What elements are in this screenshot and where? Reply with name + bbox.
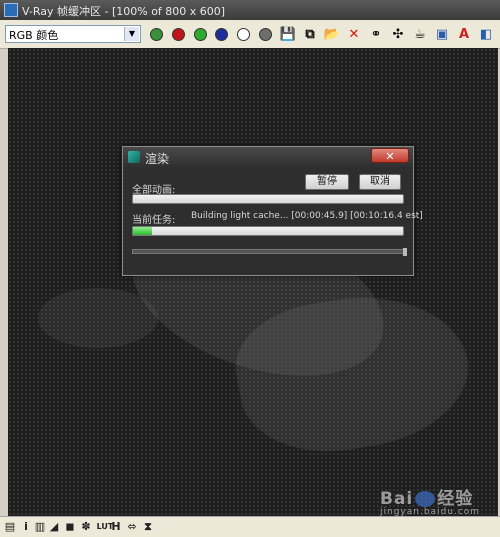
alpha-channel-icon[interactable] (233, 24, 253, 44)
mono-channel-icon[interactable] (255, 24, 275, 44)
link-icon[interactable]: ⚭ (366, 24, 386, 44)
h-icon[interactable]: H (110, 520, 122, 534)
close-button[interactable]: ✕ (371, 148, 409, 163)
render-teapot-icon[interactable]: ☕ (410, 24, 430, 44)
watermark-text-left: Bai (380, 489, 414, 509)
red-channel-icon[interactable] (168, 24, 188, 44)
settings-icon[interactable]: ✽ (80, 520, 92, 534)
resize-grip-icon[interactable] (403, 248, 407, 256)
task-progress-fill (133, 227, 152, 235)
watermark-text-right: 经验 (437, 489, 474, 509)
pause-button[interactable]: 暂停 (305, 174, 349, 190)
dialog-scroll-track[interactable] (132, 249, 404, 254)
copy-icon[interactable]: ⧉ (300, 24, 320, 44)
current-task-label: 当前任务: (132, 215, 176, 226)
frame-buffer-toolbar: RGB 颜色 ▼ 💾 ⧉ 📂 ✕ ⚭ ✣ ☕ ▣ A ◧ (0, 20, 500, 49)
cancel-button[interactable]: 取消 (359, 174, 401, 190)
task-progress-bar (132, 226, 404, 236)
max-app-icon (128, 151, 140, 163)
open-folder-icon[interactable]: 📂 (322, 24, 342, 44)
stereo-icon[interactable]: ⬄ (126, 520, 138, 534)
render-viewport[interactable] (8, 48, 498, 516)
dark-icon[interactable]: ◼ (64, 520, 76, 534)
render-progress-dialog: 渲染 ✕ 全部动画: 暂停 取消 当前任务: Building light ca… (122, 146, 423, 276)
render-noise (8, 48, 498, 516)
histogram-icon[interactable]: ▥ (34, 520, 46, 534)
window-title: V-Ray 帧缓冲区 - [100% of 800 x 600] (22, 5, 226, 18)
levels-icon[interactable]: ◢ (48, 520, 60, 534)
layers-icon[interactable]: ⧗ (142, 520, 154, 534)
total-progress-bar (132, 194, 404, 204)
baidu-watermark: Bai 经验 jingyan.baidu.com (380, 484, 480, 517)
dialog-titlebar[interactable]: 渲染 ✕ (123, 147, 413, 167)
info-icon[interactable]: i (20, 520, 32, 534)
color-channel-icon[interactable] (146, 24, 166, 44)
green-channel-icon[interactable] (190, 24, 210, 44)
paw-logo-icon (415, 491, 436, 507)
task-status-text: Building light cache... [00:00:45.9] [00… (191, 211, 423, 221)
vray-app-icon (4, 3, 18, 17)
ab-compare-icon[interactable]: A (454, 24, 474, 44)
window-titlebar[interactable]: V-Ray 帧缓冲区 - [100% of 800 x 600] (0, 0, 500, 20)
bottom-toolbar: ▤ i ▥ ◢ ◼ ✽ LUT H ⬄ ⧗ (0, 516, 500, 537)
clear-icon[interactable]: ✕ (344, 24, 364, 44)
panel-icon[interactable]: ▤ (4, 520, 16, 534)
channel-select-value: RGB 颜色 (9, 29, 59, 42)
color-correction-icon[interactable]: ◧ (476, 24, 496, 44)
save-icon[interactable]: 💾 (278, 24, 298, 44)
chevron-down-icon[interactable]: ▼ (124, 27, 139, 41)
track-mouse-icon[interactable]: ✣ (388, 24, 408, 44)
dialog-title: 渲染 (145, 152, 170, 166)
region-render-icon[interactable]: ▣ (432, 24, 452, 44)
channel-select[interactable]: RGB 颜色 ▼ (5, 25, 141, 43)
blue-channel-icon[interactable] (211, 24, 231, 44)
